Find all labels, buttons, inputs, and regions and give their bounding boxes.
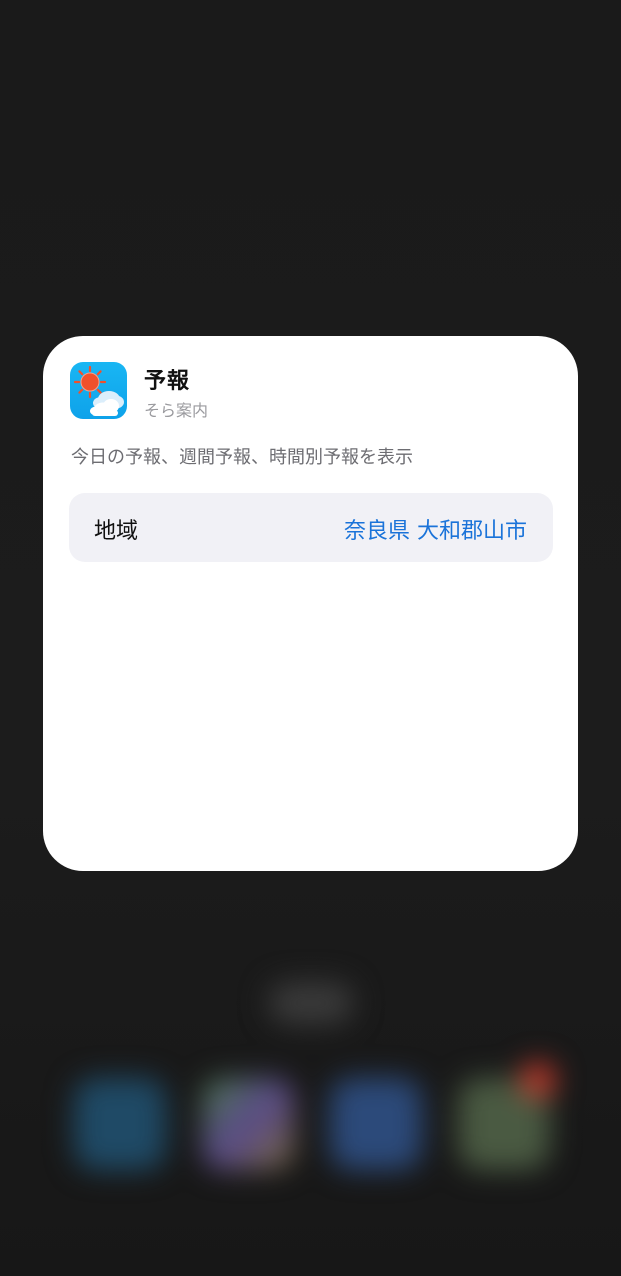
widget-config-screen: 予報 そら案内 今日の予報、週間予報、時間別予報を表示 地域 奈良県 大和郡山市 <box>0 0 621 1276</box>
app-subtitle: そら案内 <box>144 401 209 420</box>
widget-config-card: 予報 そら案内 今日の予報、週間予報、時間別予報を表示 地域 奈良県 大和郡山市 <box>43 336 578 871</box>
dock-app-icon <box>202 1078 294 1170</box>
region-label: 地域 <box>94 519 139 544</box>
notification-badge <box>520 1062 556 1098</box>
app-title: 予報 <box>144 369 191 394</box>
region-value[interactable]: 奈良県 大和郡山市 <box>344 513 527 545</box>
dock-app-icon <box>74 1078 166 1170</box>
region-parameter-row[interactable]: 地域 奈良県 大和郡山市 <box>69 493 553 562</box>
sun-cloud-icon <box>70 362 127 419</box>
widget-description: 今日の予報、週間予報、時間別予報を表示 <box>71 447 413 468</box>
dock-app-icon <box>330 1078 422 1170</box>
page-indicator <box>268 982 354 1024</box>
